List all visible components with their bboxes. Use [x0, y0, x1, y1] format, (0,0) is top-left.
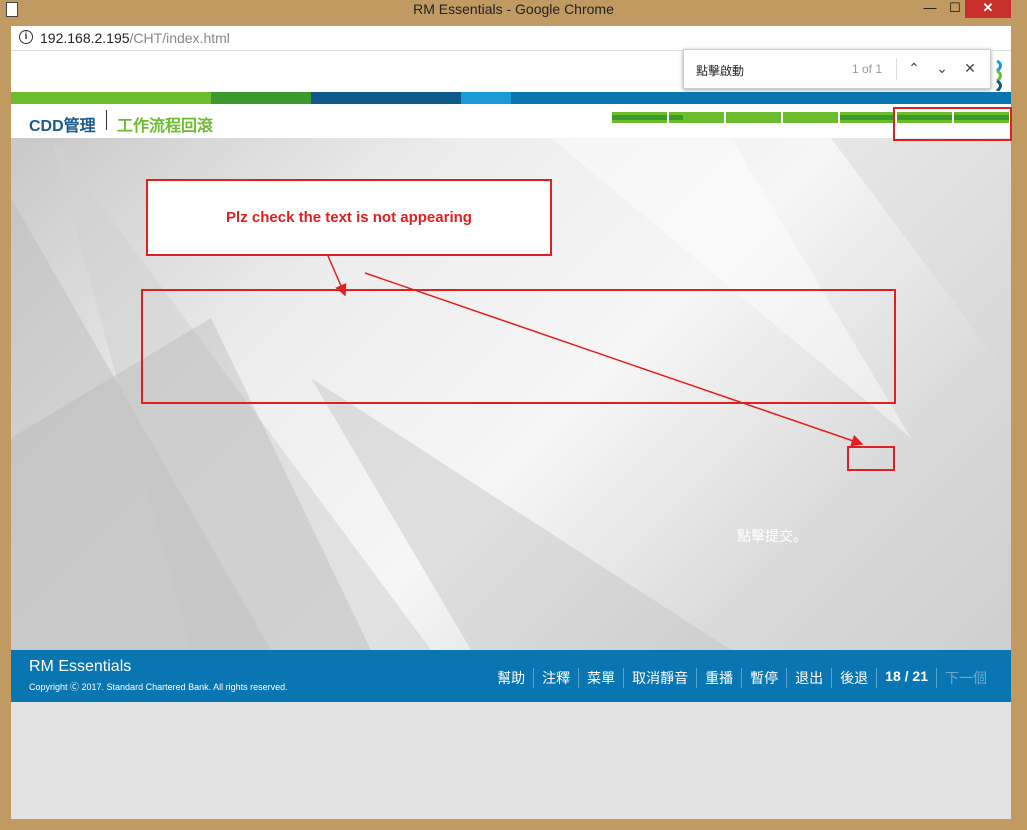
window-titlebar: RM Essentials - Google Chrome — ☐ ✕ — [0, 0, 1027, 20]
footer-brand: RM Essentials — [29, 658, 132, 675]
progress-segment — [669, 112, 724, 123]
progress-segment — [726, 112, 781, 123]
breadcrumb-topic: 工作流程回滾 — [117, 118, 214, 135]
stripe-segment — [11, 92, 211, 104]
find-match-count: 1 of 1 — [852, 62, 883, 76]
page-counter: 18 / 21 — [876, 668, 936, 688]
color-stripe — [11, 92, 1011, 104]
maximize-button[interactable]: ☐ — [945, 0, 965, 18]
back-button[interactable]: 後退 — [831, 668, 876, 688]
notes-button[interactable]: 注釋 — [533, 668, 578, 688]
breadcrumb: CDD管理 工作流程回滾 — [11, 104, 1011, 138]
submit-instruction-text: 點擊提交。 — [737, 528, 807, 544]
find-next-icon[interactable]: ⌄ — [932, 58, 952, 78]
progress-segment — [840, 112, 895, 123]
progress-segment — [612, 112, 667, 123]
annotation-button-area — [847, 446, 895, 471]
replay-button[interactable]: 重播 — [696, 668, 741, 688]
find-divider — [896, 58, 897, 80]
url-path: /CHT/index.html — [129, 30, 230, 46]
find-previous-icon[interactable]: ⌃ — [904, 58, 924, 78]
annotation-note: Plz check the text is not appearing — [146, 179, 552, 256]
unmute-button[interactable]: 取消靜音 — [623, 668, 696, 688]
window-title: RM Essentials - Google Chrome — [413, 1, 614, 17]
url-host: 192.168.2.195 — [40, 30, 130, 46]
url-text[interactable]: 192.168.2.195/CHT/index.html — [40, 30, 230, 46]
footer-bar: RM Essentials Copyright Ⓒ 2017. Standard… — [11, 650, 1011, 702]
address-bar[interactable]: i 192.168.2.195/CHT/index.html — [11, 26, 1011, 51]
bank-logo-icon — [995, 59, 1002, 91]
stripe-segment — [211, 92, 311, 104]
page-viewport: 點擊啟動 1 of 1 ⌃ ⌄ ✕ CDD管理 工作流程回滾 點擊提交。 RM … — [11, 49, 1011, 819]
annotation-note-text: Plz check the text is not appearing — [226, 209, 472, 226]
stripe-segment — [511, 92, 1011, 104]
progress-segment — [783, 112, 838, 123]
close-window-button[interactable]: ✕ — [965, 0, 1011, 18]
next-button[interactable]: 下一個 — [936, 668, 995, 688]
exit-button[interactable]: 退出 — [786, 668, 831, 688]
minimize-button[interactable]: — — [915, 0, 945, 18]
breadcrumb-module: CDD管理 — [29, 118, 96, 135]
breadcrumb-divider — [106, 110, 107, 130]
footer-nav: 幫助 注釋 菜單 取消靜音 重播 暫停 退出 後退 18 / 21 下一個 — [489, 668, 995, 688]
copyright-text: Copyright Ⓒ 2017. Standard Chartered Ban… — [29, 682, 288, 692]
help-button[interactable]: 幫助 — [489, 668, 533, 688]
menu-button[interactable]: 菜單 — [578, 668, 623, 688]
find-input[interactable]: 點擊啟動 — [696, 62, 744, 79]
annotation-missing-text-area — [141, 289, 896, 404]
find-bar: 點擊啟動 1 of 1 ⌃ ⌄ ✕ — [683, 49, 991, 89]
pause-button[interactable]: 暫停 — [741, 668, 786, 688]
find-close-icon[interactable]: ✕ — [960, 58, 980, 78]
info-icon[interactable]: i — [19, 30, 33, 44]
annotation-progress-highlight — [893, 107, 1012, 141]
stripe-segment — [311, 92, 461, 104]
stripe-segment — [461, 92, 511, 104]
